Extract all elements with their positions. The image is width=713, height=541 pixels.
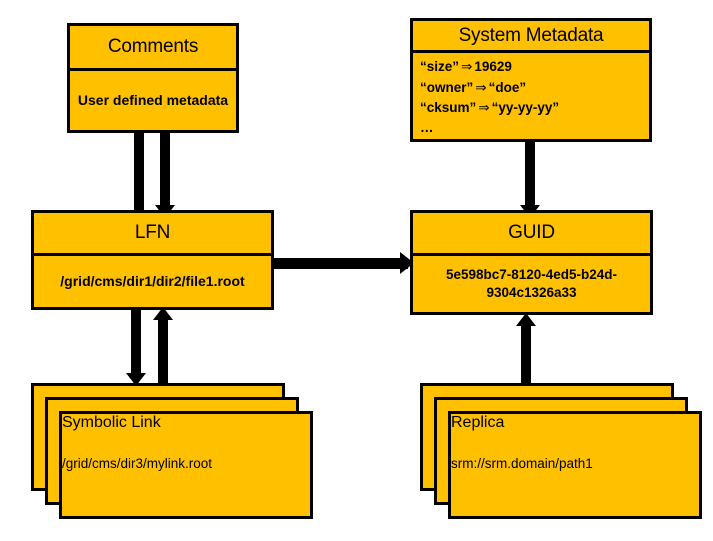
node-lfn-body: /grid/cms/dir1/dir2/file1.root <box>60 273 245 290</box>
metadata-row: “size” ⇒ 19629 <box>420 57 559 76</box>
connector-stem <box>160 131 170 209</box>
connector-stem <box>268 258 408 269</box>
node-system-metadata-body: “size” ⇒ 19629 “owner” ⇒ “doe” “cksum” ⇒ “yy-y… <box>413 53 649 139</box>
connector-stem <box>521 325 531 387</box>
connector-stem <box>134 131 144 219</box>
metadata-key-value-list: “size” ⇒ 19629 “owner” ⇒ “doe” “cksum” ⇒ “yy-y… <box>420 57 559 137</box>
node-system-metadata[interactable]: System Metadata “size” ⇒ 19629 “owner” ⇒ “do… <box>410 18 652 142</box>
node-guid-body: 5e598bc7-8120-4ed5-b24d-9304c1326a33 <box>445 266 618 300</box>
metadata-key: … <box>420 119 434 135</box>
metadata-key: “size” <box>420 59 460 75</box>
node-lfn-title: LFN <box>34 213 271 256</box>
node-lfn[interactable]: LFN /grid/cms/dir1/dir2/file1.root <box>31 210 274 310</box>
node-comments-title: Comments <box>70 26 236 71</box>
metadata-value: 19629 <box>474 59 512 75</box>
node-comments[interactable]: Comments User defined metadata <box>67 23 239 133</box>
metadata-row: “cksum” ⇒ “yy-yy-yy” <box>420 98 559 117</box>
node-symbolic-link-stack[interactable]: Symbolic Link /grid/cms/dir3/mylink.root <box>31 383 321 523</box>
connector-stem <box>158 318 168 386</box>
connector-stem <box>525 140 535 210</box>
node-replica[interactable]: Replica srm://srm.domain/path1 <box>448 411 702 519</box>
metadata-row-ellipsis: … <box>420 118 559 137</box>
node-guid-title: GUID <box>413 213 650 256</box>
metadata-row: “owner” ⇒ “doe” <box>420 78 559 97</box>
metadata-key: “cksum” <box>420 99 477 115</box>
node-symbolic-link-title: Symbolic Link <box>62 414 161 431</box>
node-guid[interactable]: GUID 5e598bc7-8120-4ed5-b24d-9304c1326a3… <box>410 210 653 315</box>
implies-icon: ⇒ <box>461 59 473 75</box>
node-replica-body: srm://srm.domain/path1 <box>451 456 593 471</box>
node-comments-body: User defined metadata <box>77 92 229 109</box>
metadata-key: “owner” <box>420 79 474 95</box>
node-symbolic-link[interactable]: Symbolic Link /grid/cms/dir3/mylink.root <box>59 411 313 519</box>
node-symbolic-link-body: /grid/cms/dir3/mylink.root <box>62 456 213 471</box>
implies-icon: ⇒ <box>478 99 490 115</box>
implies-icon: ⇒ <box>475 79 487 95</box>
diagram-canvas: Comments User defined metadata System Me… <box>0 0 713 541</box>
metadata-value: “doe” <box>488 79 527 95</box>
node-system-metadata-title: System Metadata <box>413 21 649 54</box>
connector-stem <box>131 310 141 378</box>
metadata-value: “yy-yy-yy” <box>491 99 560 115</box>
node-replica-stack[interactable]: Replica srm://srm.domain/path1 <box>420 383 710 523</box>
node-replica-title: Replica <box>451 414 505 431</box>
